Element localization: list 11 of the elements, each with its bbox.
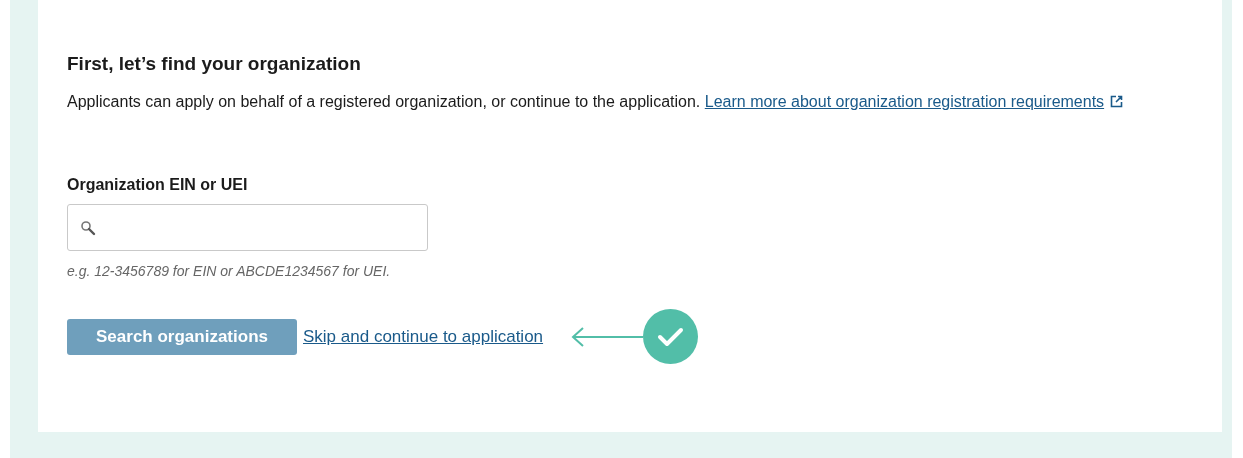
arrow-icon — [571, 326, 644, 347]
skip-link[interactable]: Skip and continue to application — [303, 323, 544, 350]
registration-link[interactable]: Learn more about organization registration requirements — [704, 93, 1105, 110]
external-link-icon — [1110, 95, 1124, 108]
search-field[interactable] — [67, 204, 428, 251]
field-hint: e.g. 12-3456789 for EIN or ABCDE1234567 for UEI. — [67, 262, 392, 280]
field-label: Organization EIN or UEI — [67, 175, 249, 195]
intro-paragraph: Applicants can apply on behalf of a registered organization, or continue to the application. Learn more about organization registration requirements — [67, 89, 1129, 115]
section-heading: First, let’s find your organization — [67, 52, 362, 76]
search-icon — [80, 219, 96, 236]
check-circle-icon — [643, 309, 699, 364]
